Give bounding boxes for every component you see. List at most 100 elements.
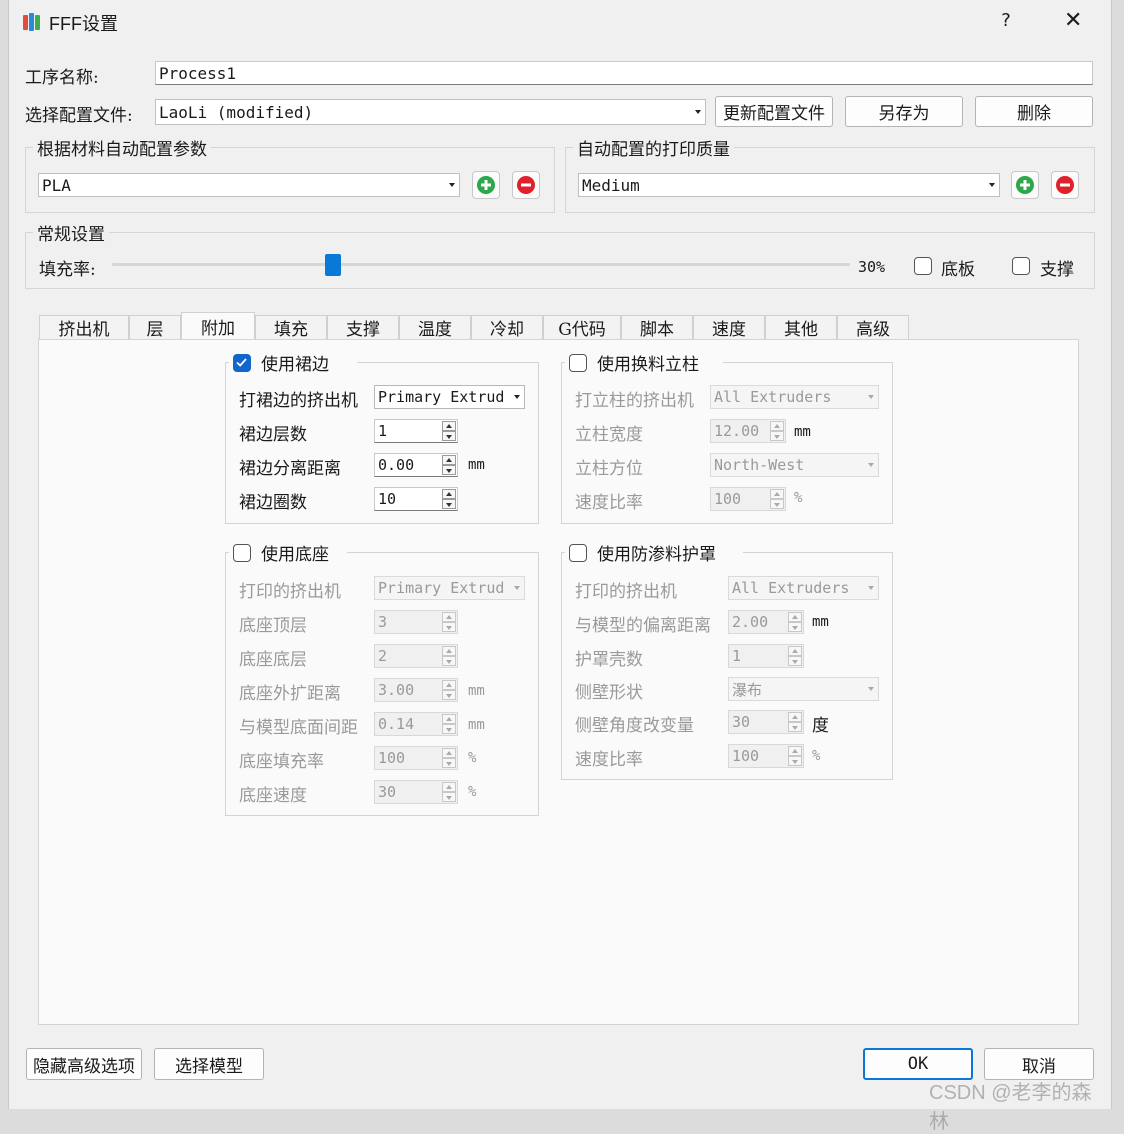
shield-offset-spinbox[interactable]: 2.00 bbox=[728, 610, 804, 634]
tab-gcode[interactable]: G代码 bbox=[543, 315, 621, 340]
raft-speed-value: 30 bbox=[378, 783, 397, 801]
save-as-button[interactable]: 另存为 bbox=[845, 96, 963, 127]
spin-down-icon[interactable] bbox=[788, 756, 802, 766]
help-button[interactable]: ? bbox=[999, 10, 1013, 31]
use-ooze-shield-checkbox[interactable] bbox=[569, 544, 587, 562]
infill-slider-handle[interactable] bbox=[325, 254, 342, 276]
spin-down-icon[interactable] bbox=[442, 656, 456, 666]
select-model-button[interactable]: 选择模型 bbox=[154, 1048, 264, 1080]
shield-outlines-spinbox[interactable]: 1 bbox=[728, 644, 804, 668]
pillar-location-select[interactable]: North-West bbox=[710, 453, 879, 477]
shield-sidewall-shape-select[interactable]: 瀑布 bbox=[728, 677, 879, 701]
tab-other[interactable]: 其他 bbox=[765, 315, 837, 340]
raft-offset-value: 3.00 bbox=[378, 681, 415, 699]
raft-offset-spinbox[interactable]: 3.00 bbox=[374, 678, 458, 702]
tab-temperature[interactable]: 温度 bbox=[399, 315, 471, 340]
spin-down-icon[interactable] bbox=[442, 758, 456, 768]
tab-scripts[interactable]: 脚本 bbox=[621, 315, 693, 340]
spin-down-icon[interactable] bbox=[788, 622, 802, 632]
spin-down-icon[interactable] bbox=[788, 656, 802, 666]
spin-up-icon[interactable] bbox=[770, 489, 784, 499]
shield-angle-spinbox[interactable]: 30 bbox=[728, 710, 804, 734]
infill-slider-track[interactable] bbox=[112, 263, 850, 266]
spin-down-icon[interactable] bbox=[770, 499, 784, 509]
pillar-width-spinbox[interactable]: 12.00 bbox=[710, 419, 786, 443]
shield-angle-unit: 度 bbox=[812, 716, 829, 736]
raft-separation-label: 与模型底面间距 bbox=[239, 718, 358, 738]
spin-down-icon[interactable] bbox=[442, 690, 456, 700]
skirt-loops-spinbox[interactable]: 10 bbox=[374, 487, 458, 511]
tab-extruder[interactable]: 挤出机 bbox=[39, 315, 129, 340]
tab-support[interactable]: 支撑 bbox=[327, 315, 399, 340]
skirt-layers-spinbox[interactable]: 1 bbox=[374, 419, 458, 443]
spin-up-icon[interactable] bbox=[442, 612, 456, 622]
use-raft-checkbox[interactable] bbox=[233, 544, 251, 562]
tab-additions[interactable]: 附加 bbox=[181, 312, 255, 340]
support-checkbox[interactable] bbox=[1012, 257, 1030, 275]
spin-up-icon[interactable] bbox=[788, 646, 802, 656]
profile-select[interactable]: LaoLi (modified) bbox=[155, 99, 706, 125]
shield-extruder-select[interactable]: All Extruders bbox=[728, 576, 879, 600]
raft-checkbox[interactable] bbox=[914, 257, 932, 275]
tab-cooling[interactable]: 冷却 bbox=[471, 315, 543, 340]
use-skirt-checkbox[interactable] bbox=[233, 354, 251, 372]
spin-up-icon[interactable] bbox=[442, 748, 456, 758]
raft-separation-spinbox[interactable]: 0.14 bbox=[374, 712, 458, 736]
spin-down-icon[interactable] bbox=[788, 722, 802, 732]
spin-up-icon[interactable] bbox=[788, 612, 802, 622]
shield-speed-spinbox[interactable]: 100 bbox=[728, 744, 804, 768]
remove-material-button[interactable] bbox=[512, 171, 540, 199]
spin-down-icon[interactable] bbox=[442, 431, 456, 441]
tab-speed[interactable]: 速度 bbox=[693, 315, 765, 340]
pillar-speed-label: 速度比率 bbox=[575, 493, 643, 513]
support-label: 支撑 bbox=[1040, 260, 1074, 280]
minus-icon bbox=[1056, 176, 1074, 194]
skirt-distance-spinbox[interactable]: 0.00 bbox=[374, 453, 458, 477]
spin-up-icon[interactable] bbox=[442, 680, 456, 690]
spin-down-icon[interactable] bbox=[442, 792, 456, 802]
spin-up-icon[interactable] bbox=[442, 489, 456, 499]
spin-down-icon[interactable] bbox=[442, 465, 456, 475]
tab-layer[interactable]: 层 bbox=[129, 315, 181, 340]
spin-down-icon[interactable] bbox=[442, 499, 456, 509]
spin-up-icon[interactable] bbox=[442, 455, 456, 465]
spin-down-icon[interactable] bbox=[442, 724, 456, 734]
spin-up-icon[interactable] bbox=[442, 421, 456, 431]
hide-advanced-button[interactable]: 隐藏高级选项 bbox=[26, 1048, 142, 1080]
spin-up-icon[interactable] bbox=[788, 746, 802, 756]
raft-top-layers-spinbox[interactable]: 3 bbox=[374, 610, 458, 634]
raft-infill-label: 底座填充率 bbox=[239, 752, 324, 772]
pillar-extruder-select[interactable]: All Extruders bbox=[710, 385, 879, 409]
spin-down-icon[interactable] bbox=[770, 431, 784, 441]
spin-down-icon[interactable] bbox=[442, 622, 456, 632]
quality-select-value: Medium bbox=[582, 175, 640, 195]
raft-base-layers-spinbox[interactable]: 2 bbox=[374, 644, 458, 668]
skirt-extruder-select[interactable]: Primary Extrud bbox=[374, 385, 525, 409]
app-logo-icon bbox=[22, 11, 44, 33]
minus-icon bbox=[517, 176, 535, 194]
spin-up-icon[interactable] bbox=[788, 712, 802, 722]
spin-up-icon[interactable] bbox=[770, 421, 784, 431]
add-quality-button[interactable] bbox=[1011, 171, 1039, 199]
pillar-speed-spinbox[interactable]: 100 bbox=[710, 487, 786, 511]
raft-infill-spinbox[interactable]: 100 bbox=[374, 746, 458, 770]
raft-offset-label: 底座外扩距离 bbox=[239, 684, 341, 704]
add-material-button[interactable] bbox=[472, 171, 500, 199]
raft-speed-spinbox[interactable]: 30 bbox=[374, 780, 458, 804]
delete-button[interactable]: 删除 bbox=[975, 96, 1093, 127]
spin-up-icon[interactable] bbox=[442, 782, 456, 792]
update-profile-button[interactable]: 更新配置文件 bbox=[715, 96, 833, 127]
raft-extruder-select[interactable]: Primary Extrud bbox=[374, 576, 525, 600]
close-icon[interactable]: ✕ bbox=[1064, 8, 1082, 33]
quality-select[interactable]: Medium bbox=[578, 173, 1000, 197]
quality-group-title: 自动配置的打印质量 bbox=[573, 135, 734, 160]
spin-up-icon[interactable] bbox=[442, 714, 456, 724]
material-select[interactable]: PLA bbox=[38, 173, 460, 197]
tab-infill[interactable]: 填充 bbox=[255, 315, 327, 340]
remove-quality-button[interactable] bbox=[1051, 171, 1079, 199]
spin-up-icon[interactable] bbox=[442, 646, 456, 656]
checkmark-icon bbox=[236, 358, 247, 367]
use-prime-pillar-checkbox[interactable] bbox=[569, 354, 587, 372]
process-name-input[interactable]: Process1 bbox=[155, 61, 1093, 85]
tab-advanced[interactable]: 高级 bbox=[837, 315, 909, 340]
